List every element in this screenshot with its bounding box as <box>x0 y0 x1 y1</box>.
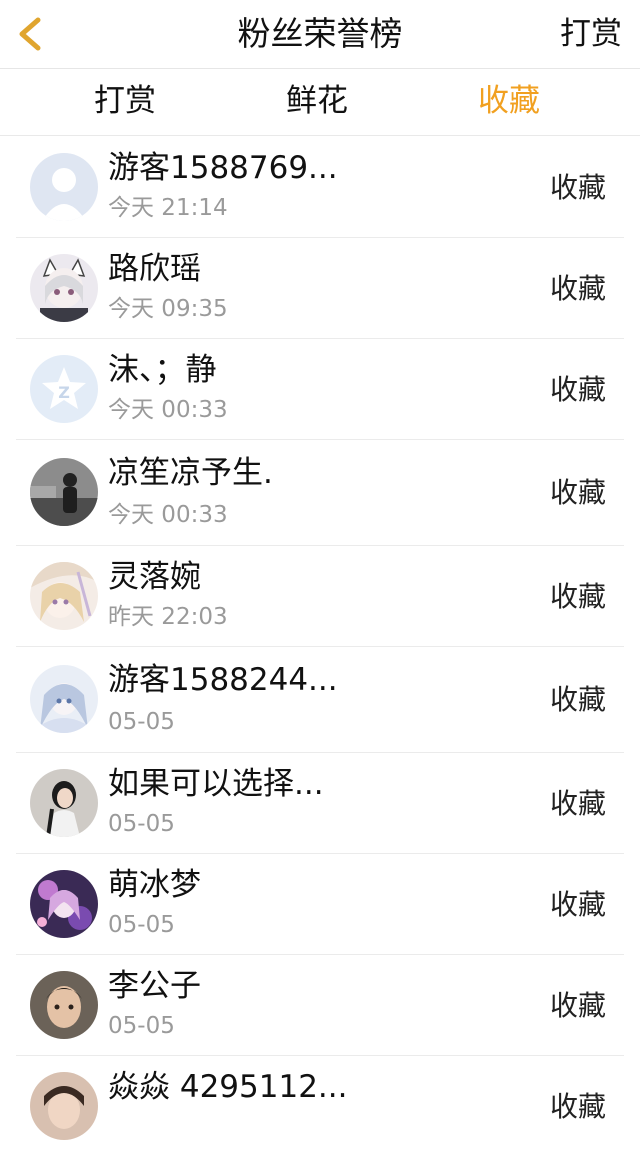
user-name: 焱焱 4295112... <box>108 1069 348 1105</box>
timestamp: 05-05 <box>108 811 175 837</box>
action-label: 收藏 <box>549 683 606 716</box>
timestamp: 今天 09:35 <box>108 296 228 322</box>
avatar[interactable] <box>30 153 98 221</box>
action-label: 收藏 <box>549 1090 606 1123</box>
avatar[interactable] <box>30 1072 98 1140</box>
reward-button[interactable]: 打赏 <box>560 12 622 56</box>
action-label: 收藏 <box>549 272 606 305</box>
list-item[interactable]: 游客1588769... 今天 21:14 收藏 <box>16 136 624 238</box>
list-item[interactable]: 萌冰梦 05-05 收藏 <box>16 853 624 955</box>
user-name: 如果可以选择... <box>108 766 324 802</box>
avatar[interactable] <box>30 971 98 1039</box>
tab-flowers[interactable]: 鲜花 <box>286 77 348 125</box>
photo-avatar-icon <box>30 1072 98 1140</box>
timestamp: 今天 00:33 <box>108 502 228 528</box>
tab-favorites[interactable]: 收藏 <box>478 77 540 125</box>
avatar[interactable]: Z <box>30 355 98 423</box>
avatar[interactable] <box>30 254 98 322</box>
action-label: 收藏 <box>549 989 606 1022</box>
timestamp: 今天 00:33 <box>108 397 228 423</box>
list-item[interactable]: 凉笙凉予生. 今天 00:33 收藏 <box>16 439 624 546</box>
action-label: 收藏 <box>549 580 606 613</box>
top-nav-bar: 粉丝荣誉榜 打赏 <box>0 0 640 69</box>
action-label: 收藏 <box>549 171 606 204</box>
timestamp: 05-05 <box>108 912 175 938</box>
user-name: 灵落婉 <box>108 559 201 595</box>
user-name: 凉笙凉予生. <box>108 455 273 491</box>
qq-star-icon: Z <box>30 355 98 423</box>
action-label: 收藏 <box>549 476 606 509</box>
list-item[interactable]: 焱焱 4295112... 收藏 <box>16 1055 624 1156</box>
user-name: 路欣瑶 <box>108 251 201 287</box>
default-avatar-icon <box>30 153 98 221</box>
list-item[interactable]: 李公子 05-05 收藏 <box>16 954 624 1056</box>
page-title: 粉丝荣誉榜 <box>237 14 403 53</box>
photo-avatar-icon <box>30 769 98 837</box>
list-item[interactable]: 路欣瑶 今天 09:35 收藏 <box>16 237 624 339</box>
anime-avatar-icon <box>30 870 98 938</box>
timestamp: 昨天 22:03 <box>108 604 228 630</box>
user-name: 萌冰梦 <box>108 867 201 903</box>
anime-avatar-icon <box>30 562 98 630</box>
anime-avatar-icon <box>30 254 98 322</box>
timestamp: 05-05 <box>108 1013 175 1039</box>
list-item[interactable]: 灵落婉 昨天 22:03 收藏 <box>16 545 624 647</box>
avatar[interactable] <box>30 769 98 837</box>
user-name: 游客1588244... <box>108 662 338 698</box>
user-name: 沫、；静 <box>108 352 217 388</box>
avatar[interactable] <box>30 458 98 526</box>
svg-text:Z: Z <box>58 383 70 402</box>
list-item[interactable]: 游客1588244... 05-05 收藏 <box>16 646 624 753</box>
user-name: 游客1588769... <box>108 150 338 186</box>
tab-reward[interactable]: 打赏 <box>94 77 156 125</box>
timestamp: 05-05 <box>108 709 175 735</box>
timestamp: 今天 21:14 <box>108 195 228 221</box>
action-label: 收藏 <box>549 787 606 820</box>
anime-avatar-icon <box>30 665 98 733</box>
action-label: 收藏 <box>549 373 606 406</box>
avatar[interactable] <box>30 870 98 938</box>
user-name: 李公子 <box>108 968 201 1004</box>
tab-bar: 打赏 鲜花 收藏 <box>0 69 640 136</box>
photo-avatar-icon <box>30 458 98 526</box>
list-item[interactable]: Z 沫、；静 今天 00:33 收藏 <box>16 338 624 440</box>
photo-avatar-icon <box>30 971 98 1039</box>
action-label: 收藏 <box>549 888 606 921</box>
avatar[interactable] <box>30 665 98 733</box>
avatar[interactable] <box>30 562 98 630</box>
list-item[interactable]: 如果可以选择... 05-05 收藏 <box>16 752 624 854</box>
